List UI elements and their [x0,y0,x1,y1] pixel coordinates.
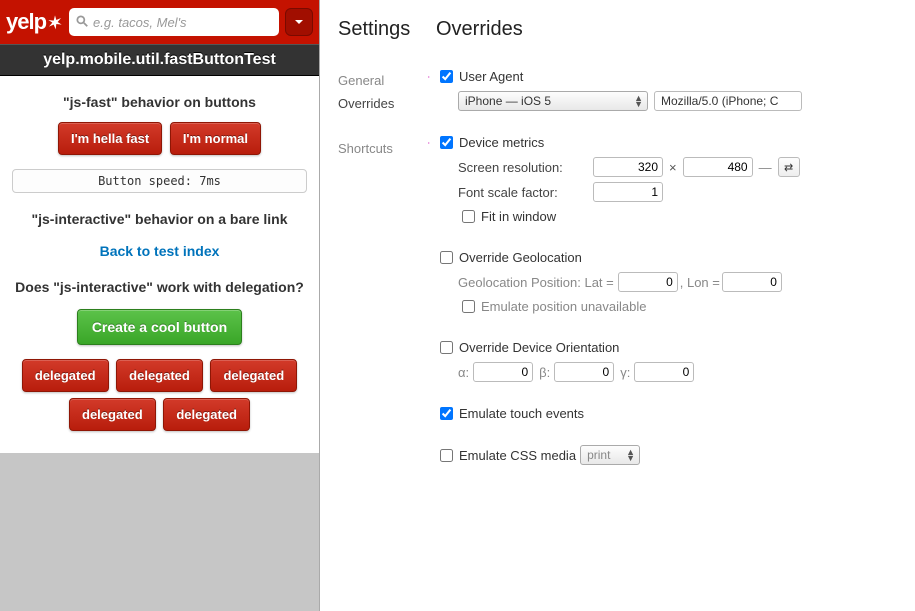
fit-window-checkbox[interactable] [462,210,475,223]
overrides-main: Overrides User Agent iPhone — iOS 5 ▲▼ [428,0,915,611]
nav-overrides[interactable]: Overrides [338,92,428,115]
nav-shortcuts[interactable]: Shortcuts [338,137,428,160]
select-arrows-icon: ▲▼ [634,95,643,107]
lon-label: , Lon = [680,275,720,290]
yelp-burst-icon [47,14,63,30]
yelp-header: yelp e.g. tacos, Mel's [0,0,319,44]
css-media-group: Emulate CSS media print ▲▼ [436,445,907,465]
create-button[interactable]: Create a cool button [77,309,242,345]
geolocation-label: Override Geolocation [459,250,582,265]
device-metrics-label: Device metrics [459,135,544,150]
overrides-heading: Overrides [436,18,907,41]
speed-output: Button speed: 7ms [12,169,307,193]
back-link[interactable]: Back to test index [100,243,220,259]
delegated-button[interactable]: delegated [116,359,203,392]
orientation-label: Override Device Orientation [459,340,619,355]
delegated-button[interactable]: delegated [22,359,109,392]
touch-label: Emulate touch events [459,406,584,421]
normal-button[interactable]: I'm normal [170,122,261,155]
beta-input[interactable] [554,362,614,382]
mobile-viewport: yelp e.g. tacos, Mel's yelp.mobile.util.… [0,0,320,611]
search-icon [75,14,89,31]
fit-window-label: Fit in window [481,209,556,224]
orientation-group: Override Device Orientation α: β: γ: [436,338,907,382]
user-agent-checkbox[interactable] [440,70,453,83]
screen-width-input[interactable] [593,157,663,177]
settings-heading: Settings [338,18,428,41]
emulate-position-checkbox[interactable] [462,300,475,313]
user-agent-label: User Agent [459,69,523,84]
geo-position-label: Geolocation Position: Lat = [458,275,614,290]
css-media-select[interactable]: print ▲▼ [580,445,640,465]
touch-checkbox[interactable] [440,407,453,420]
css-media-label: Emulate CSS media [459,448,576,463]
css-media-value: print [587,448,610,462]
beta-label: β: [539,365,550,380]
page-title: yelp.mobile.util.fastButtonTest [0,44,319,76]
user-agent-select-value: iPhone — iOS 5 [465,94,551,108]
alpha-input[interactable] [473,362,533,382]
delegated-button[interactable]: delegated [210,359,297,392]
search-placeholder: e.g. tacos, Mel's [93,15,187,30]
yelp-logo[interactable]: yelp [6,9,63,35]
user-agent-select[interactable]: iPhone — iOS 5 ▲▼ [458,91,648,111]
orientation-checkbox[interactable] [440,341,453,354]
resolution-label: Screen resolution: [458,160,593,175]
lat-input[interactable] [618,272,678,292]
devtools-panel: Settings General Overrides Shortcuts Ove… [320,0,915,611]
chevron-down-icon [291,14,307,30]
css-media-checkbox[interactable] [440,449,453,462]
fast-button[interactable]: I'm hella fast [58,122,162,155]
swap-dimensions-button[interactable]: ⇄ [778,157,800,177]
settings-sidebar: Settings General Overrides Shortcuts [320,0,428,611]
alpha-label: α: [458,365,469,380]
section-heading: "js-fast" behavior on buttons [8,94,311,110]
select-arrows-icon: ▲▼ [626,449,635,461]
section-heading: "js-interactive" behavior on a bare link [8,211,311,227]
nav-general[interactable]: General [338,69,428,92]
annotation-arrow-icon [428,67,430,87]
font-scale-input[interactable] [593,182,663,202]
gamma-label: γ: [620,365,630,380]
gamma-input[interactable] [634,362,694,382]
device-metrics-group: Device metrics Screen resolution: × — ⇄ … [436,133,907,226]
emulate-position-label: Emulate position unavailable [481,299,647,314]
yelp-logo-text: yelp [6,9,46,35]
dash-separator: — [759,160,772,175]
geolocation-checkbox[interactable] [440,251,453,264]
delegated-button[interactable]: delegated [163,398,250,431]
annotation-arrow-icon [428,133,430,153]
test-content: "js-fast" behavior on buttons I'm hella … [0,76,319,453]
section-heading: Does "js-interactive" work with delegati… [8,279,311,295]
dropdown-menu-button[interactable] [285,8,313,36]
search-input[interactable]: e.g. tacos, Mel's [69,8,279,36]
screen-height-input[interactable] [683,157,753,177]
lon-input[interactable] [722,272,782,292]
delegated-button[interactable]: delegated [69,398,156,431]
touch-group: Emulate touch events [436,404,907,423]
user-agent-group: User Agent iPhone — iOS 5 ▲▼ Mozilla/5.0… [436,67,907,111]
times-symbol: × [669,160,677,175]
user-agent-string-input[interactable]: Mozilla/5.0 (iPhone; C [654,91,802,111]
device-metrics-checkbox[interactable] [440,136,453,149]
font-scale-label: Font scale factor: [458,185,593,200]
geolocation-group: Override Geolocation Geolocation Positio… [436,248,907,316]
